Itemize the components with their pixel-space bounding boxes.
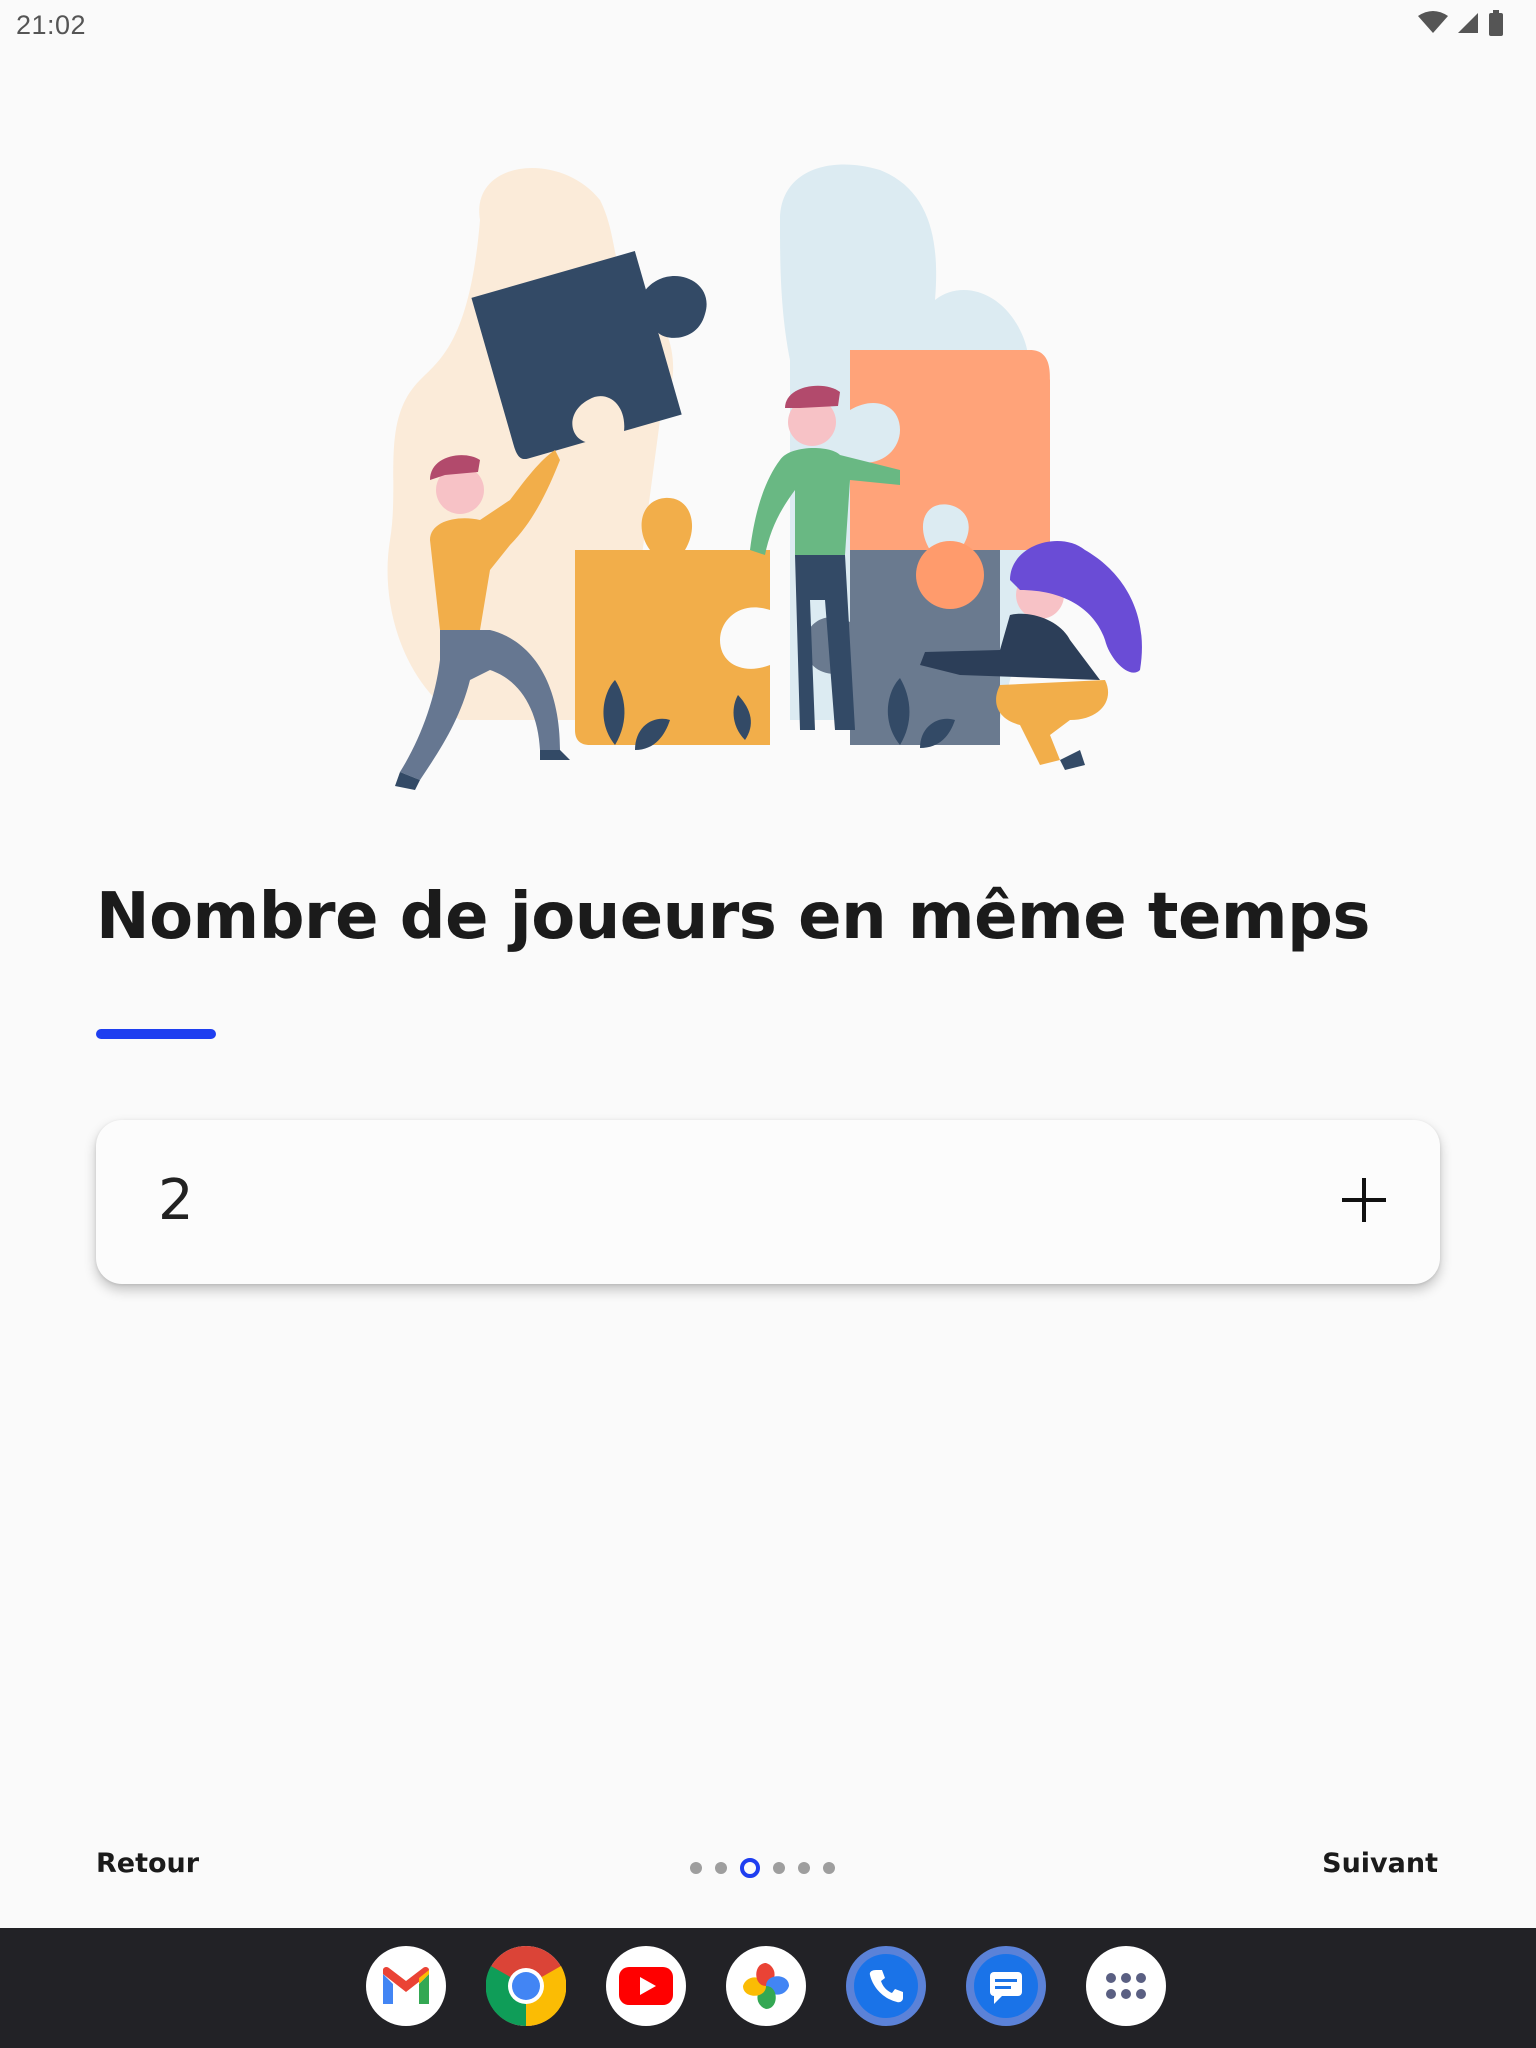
page-indicator [690, 1858, 835, 1878]
chrome-icon[interactable] [486, 1946, 566, 2026]
app-drawer-icon[interactable] [1086, 1946, 1166, 2026]
status-icons [1418, 10, 1504, 41]
dock-apps [366, 1946, 1166, 2026]
youtube-icon[interactable] [606, 1946, 686, 2026]
phone-icon[interactable] [846, 1946, 926, 2026]
photos-icon[interactable] [726, 1946, 806, 2026]
puzzle-team-illustration [360, 160, 1180, 800]
page-dot [715, 1862, 727, 1874]
page-title: Nombre de joueurs en même temps [96, 880, 1370, 954]
player-count-stepper: 2 [96, 1120, 1440, 1284]
onboarding-screen: 21:02 Nombre de joueurs en même temps 2 … [0, 0, 1536, 2048]
page-dot [773, 1862, 785, 1874]
next-button[interactable]: Suivant [1322, 1848, 1438, 1879]
wifi-icon [1418, 11, 1448, 40]
signal-icon [1456, 11, 1480, 40]
status-bar: 21:02 [0, 0, 1536, 50]
app-dock [0, 1928, 1536, 2048]
status-time: 21:02 [16, 10, 87, 40]
messages-icon[interactable] [966, 1946, 1046, 2026]
title-accent-divider [96, 1029, 216, 1039]
player-count-value: 2 [158, 1168, 194, 1233]
increment-button[interactable] [1324, 1162, 1404, 1242]
page-dot [690, 1862, 702, 1874]
gmail-icon[interactable] [366, 1946, 446, 2026]
back-button[interactable]: Retour [96, 1848, 199, 1879]
battery-icon [1488, 10, 1504, 41]
page-dot-active [740, 1858, 760, 1878]
page-dot [823, 1862, 835, 1874]
page-dot [798, 1862, 810, 1874]
plus-icon [1340, 1176, 1388, 1229]
